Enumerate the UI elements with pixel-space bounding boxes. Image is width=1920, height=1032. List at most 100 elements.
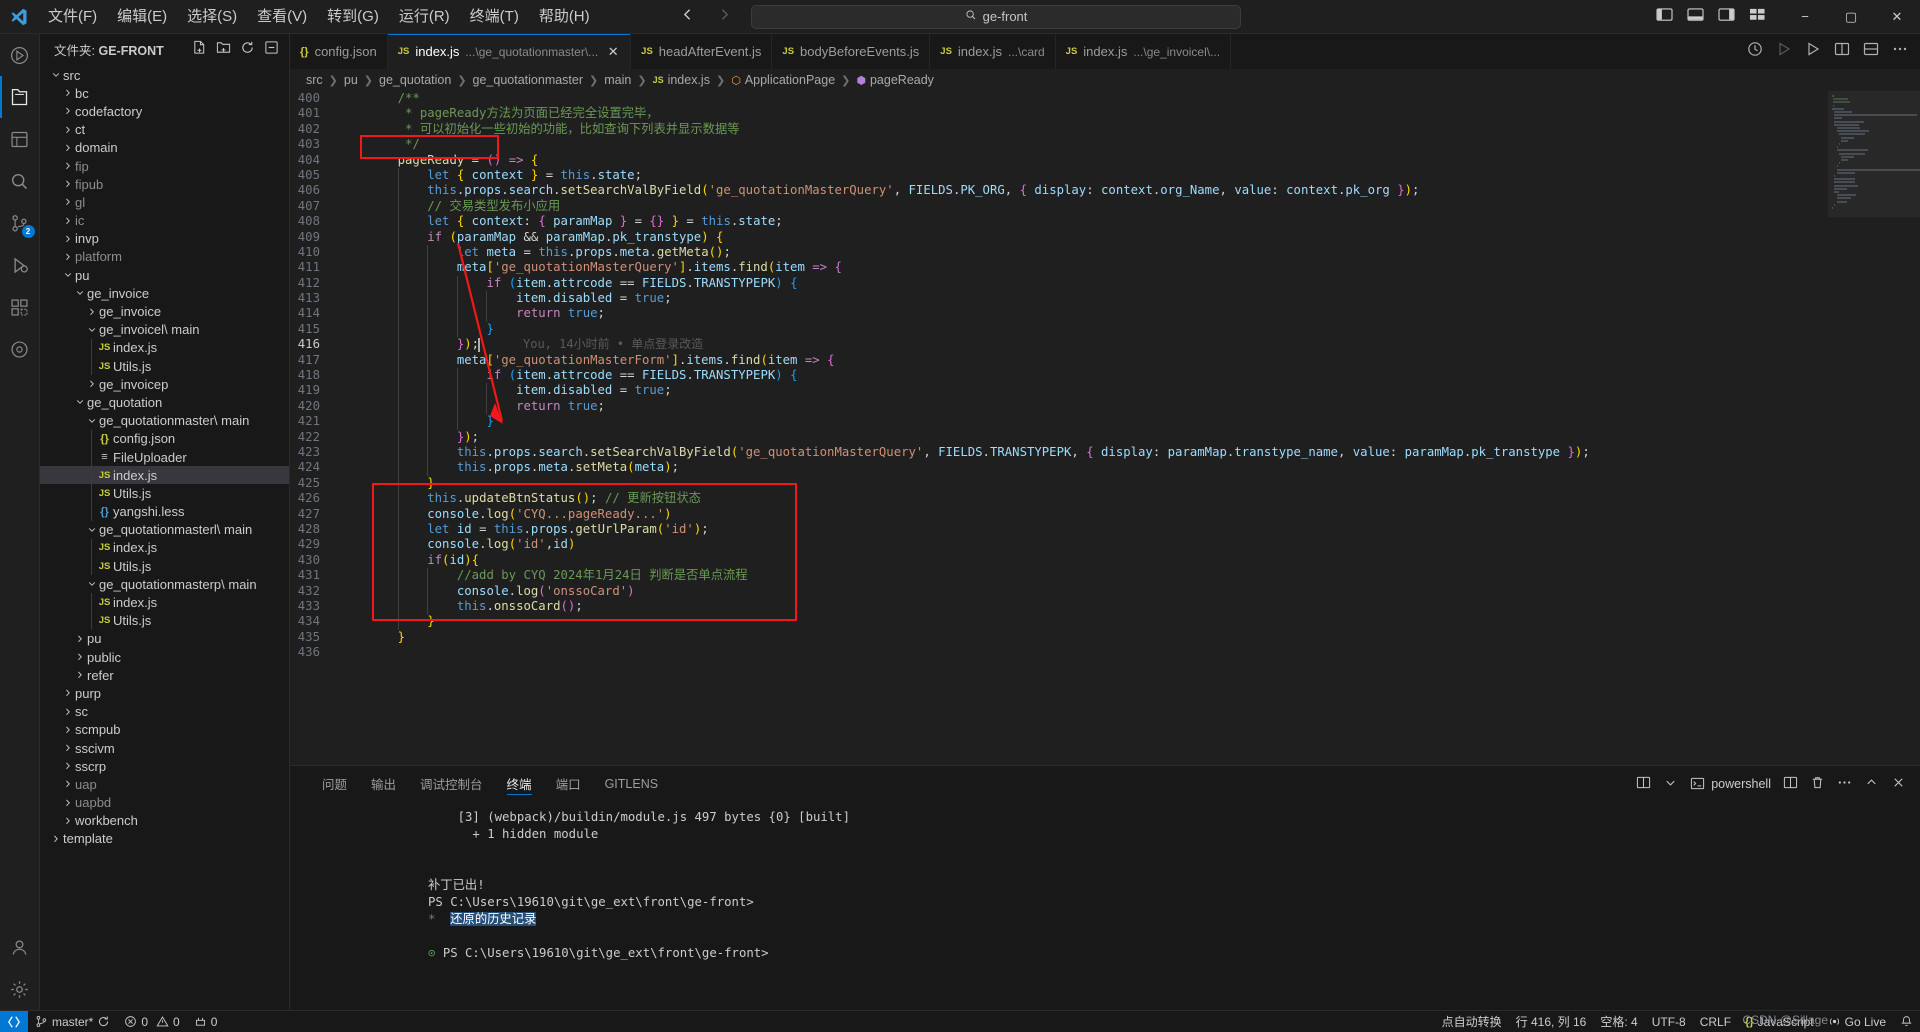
tree-file[interactable]: JS Utils.js [40, 484, 289, 503]
panel-tab[interactable]: 调试控制台 [408, 766, 495, 801]
menu-selection[interactable]: 选择(S) [177, 0, 247, 34]
breadcrumb[interactable]: src ❯ pu ❯ ge_quotation ❯ ge_quotationmaster ❯ m… [290, 69, 1920, 91]
new-folder-icon[interactable] [216, 40, 231, 58]
split-editor-icon[interactable] [1834, 41, 1850, 62]
panel-tab[interactable]: 终端 [495, 766, 544, 801]
tree-file[interactable]: {} yangshi.less [40, 502, 289, 521]
breadcrumb-item[interactable]: src [306, 73, 323, 87]
code-line[interactable]: 406 this.props.search.setSearchValByFiel… [290, 183, 1828, 199]
editor-tab[interactable]: {} config.json [290, 34, 388, 69]
menu-edit[interactable]: 编辑(E) [107, 0, 177, 34]
panel-tab[interactable]: GITLENS [593, 766, 671, 801]
chevron-down-icon[interactable] [72, 288, 87, 298]
tree-folder[interactable]: uap [40, 775, 289, 793]
gitlens-icon[interactable] [1747, 41, 1763, 62]
chevron-right-icon[interactable] [60, 725, 75, 735]
menu-go[interactable]: 转到(G) [317, 0, 389, 34]
remote-explorer-icon[interactable] [0, 328, 40, 370]
window-close-button[interactable]: ✕ [1874, 0, 1920, 34]
chevron-right-icon[interactable] [60, 234, 75, 244]
tree-file[interactable]: JS Utils.js [40, 557, 289, 576]
ports-status[interactable]: 0 [187, 1011, 225, 1032]
chevron-down-icon[interactable] [60, 270, 75, 280]
extensions-icon[interactable] [0, 286, 40, 328]
code-line[interactable]: 431 //add by CYQ 2024年1月24日 判断是否单点流程 [290, 568, 1828, 584]
tree-file[interactable]: ≡ FileUploader [40, 447, 289, 467]
tree-folder[interactable]: ge_invoice [40, 284, 289, 302]
tree-folder[interactable]: fipub [40, 175, 289, 193]
chevron-right-icon[interactable] [84, 307, 99, 317]
chevron-down-icon[interactable] [84, 579, 99, 589]
tree-file[interactable]: JS Utils.js [40, 611, 289, 630]
code-line[interactable]: 420 return true; [290, 398, 1828, 415]
tree-folder[interactable]: gl [40, 193, 289, 211]
editor-tabs[interactable]: {} config.json JS index.js ...\ge_quotationm… [290, 34, 1735, 69]
breadcrumb-item[interactable]: JS index.js [653, 73, 710, 87]
tree-folder[interactable]: domain [40, 139, 289, 157]
chevron-right-icon[interactable] [48, 834, 63, 844]
more-actions-icon[interactable] [1892, 41, 1908, 62]
tree-file[interactable]: JS index.js [40, 466, 289, 485]
code-editor[interactable]: 400 /** 401 * pageReady方法为页面已经完全设置完毕， 402 … [290, 91, 1920, 765]
editor-layout-icon[interactable] [1863, 41, 1879, 62]
tree-folder[interactable]: ge_invoice [40, 302, 289, 320]
editor-tab[interactable]: JS index.js ...\card [930, 34, 1056, 69]
close-icon[interactable]: ✕ [606, 44, 620, 60]
open-editors-icon[interactable] [0, 118, 40, 160]
breadcrumb-item[interactable]: pu [344, 73, 358, 87]
ime-note-status[interactable]: 点自动转换 [1435, 1011, 1509, 1032]
code-line[interactable]: 418 if (item.attrcode == FIELDS.TRANSTYP… [290, 368, 1828, 384]
panel-tab[interactable]: 输出 [359, 766, 408, 801]
breadcrumb-item[interactable]: ⬡ ApplicationPage [731, 73, 835, 87]
code-line[interactable]: 408 let { context: { paramMap } = {} } =… [290, 214, 1828, 230]
chevron-right-icon[interactable] [60, 179, 75, 189]
tree-folder[interactable]: scmpub [40, 721, 289, 739]
menu-file[interactable]: 文件(F) [38, 0, 107, 34]
tree-folder[interactable]: workbench [40, 812, 289, 830]
run-debug-icon[interactable] [1805, 41, 1821, 62]
terminal-layout-icon[interactable] [1636, 775, 1651, 793]
chevron-down-icon[interactable] [72, 397, 87, 407]
chevron-right-icon[interactable] [60, 106, 75, 116]
tree-folder[interactable]: sscrp [40, 757, 289, 775]
window-minimize-button[interactable]: − [1782, 0, 1828, 34]
tree-folder[interactable]: ge_invoicep [40, 375, 289, 393]
code-line[interactable]: 426 this.updateBtnStatus(); // 更新按钮状态 [290, 491, 1828, 507]
tree-folder[interactable]: refer [40, 666, 289, 684]
tree-folder[interactable]: ge_quotationmasterp\ main [40, 575, 289, 593]
explorer-icon[interactable] [0, 76, 40, 118]
chevron-right-icon[interactable] [60, 798, 75, 808]
tree-folder[interactable]: ge_quotationmasterl\ main [40, 521, 289, 539]
chevron-up-icon[interactable] [1864, 775, 1879, 793]
accounts-hover-icon[interactable] [0, 34, 40, 76]
terminal-name[interactable]: powershell [1690, 776, 1771, 791]
customize-layout-icon[interactable] [1749, 7, 1766, 27]
chevron-down-icon[interactable] [84, 416, 99, 426]
split-terminal-icon[interactable] [1783, 775, 1798, 793]
kill-terminal-icon[interactable] [1810, 775, 1825, 793]
chevron-right-icon[interactable] [72, 652, 87, 662]
editor-tab[interactable]: JS bodyBeforeEvents.js [772, 34, 931, 69]
new-file-icon[interactable] [192, 40, 207, 58]
chevron-right-icon[interactable] [72, 634, 87, 644]
collapse-all-icon[interactable] [264, 40, 279, 58]
tree-folder[interactable]: ic [40, 212, 289, 230]
tree-folder[interactable]: ct [40, 121, 289, 139]
breadcrumb-item[interactable]: ge_quotation [379, 73, 451, 87]
code-line[interactable]: 413 item.disabled = true; [290, 291, 1828, 307]
code-line[interactable]: 425 } [290, 475, 1828, 492]
chevron-right-icon[interactable] [60, 125, 75, 135]
breadcrumb-item[interactable]: ⬢ pageReady [856, 73, 934, 87]
chevron-right-icon[interactable] [60, 688, 75, 698]
code-line[interactable]: 428 let id = this.props.getUrlParam('id'… [290, 521, 1828, 538]
panel-tabs[interactable]: 问题 输出 调试控制台 终端 端口 GITLENS [290, 766, 670, 801]
menu-help[interactable]: 帮助(H) [529, 0, 600, 34]
cursor-position-status[interactable]: 行 416, 列 16 [1509, 1011, 1594, 1032]
tree-folder[interactable]: purp [40, 684, 289, 702]
chevron-right-icon[interactable] [60, 216, 75, 226]
arrow-right-icon[interactable] [716, 6, 733, 28]
code-line[interactable]: 410 let meta = this.props.meta.getMeta()… [290, 244, 1828, 261]
git-branch-status[interactable]: master* [28, 1011, 117, 1032]
minimap-slider[interactable] [1828, 91, 1920, 218]
code-line[interactable]: 419 item.disabled = true; [290, 383, 1828, 399]
